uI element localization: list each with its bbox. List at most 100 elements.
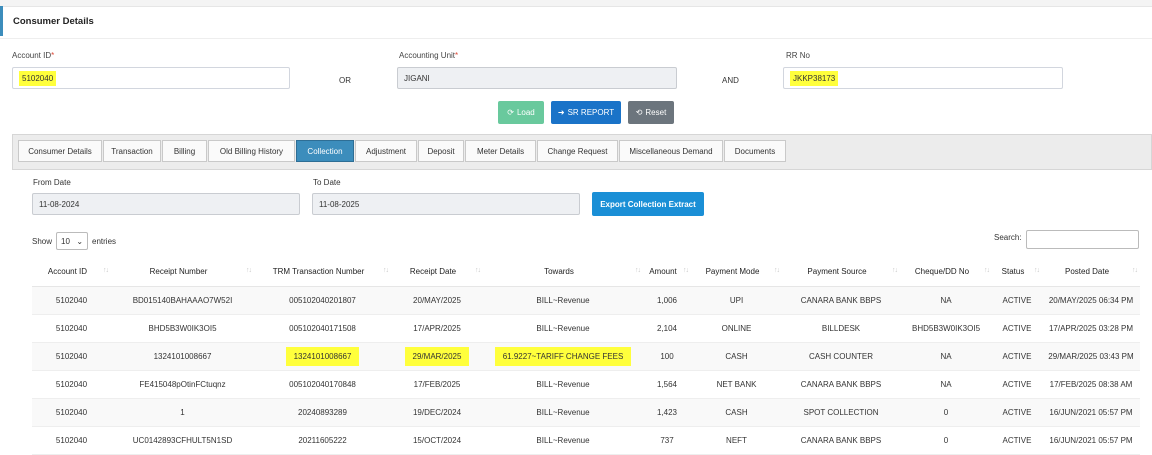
table-cell: ACTIVE <box>992 314 1042 343</box>
rr-no-input[interactable]: JKKP38173 <box>783 67 1063 89</box>
table-cell: 1324101008667 <box>111 342 254 371</box>
refresh-icon: ⟳ <box>507 108 514 117</box>
column-header[interactable]: Payment Mode ↑↓ <box>691 256 782 287</box>
table-cell: 5102040 <box>32 370 111 399</box>
tab-documents[interactable]: Documents <box>724 140 786 162</box>
table-row: 5102040 FE415048pOtinFCtuqnz 0051020401708… <box>32 370 1140 399</box>
column-header[interactable]: Posted Date ↑↓ <box>1042 256 1140 287</box>
table-row: 5102040 UC0142893CFHULT5N1SD 20211605222 15… <box>32 426 1140 455</box>
table-row: 5102040 1324101008667 1324101008667 29/MAR/… <box>32 342 1140 371</box>
table-cell: CANARA BANK BBPS <box>782 286 900 315</box>
column-header[interactable]: Account ID ↑↓ <box>32 256 111 287</box>
account-id-input[interactable]: 5102040 <box>12 67 290 89</box>
table-cell: 1,564 <box>643 370 691 399</box>
table-cell: UPI <box>691 286 782 315</box>
table-cell: 17/FEB/2025 <box>391 370 483 399</box>
to-date-input[interactable]: 11-08-2025 <box>312 193 580 215</box>
table-cell: 1324101008667 <box>254 342 391 371</box>
sort-icon: ↑↓ <box>635 267 641 274</box>
tab-change-request[interactable]: Change Request <box>537 140 618 162</box>
table-cell: 15/OCT/2024 <box>391 426 483 455</box>
table-cell: 1,006 <box>643 286 691 315</box>
table-cell: 17/APR/2025 <box>391 314 483 343</box>
tab-collection[interactable]: Collection <box>296 140 354 162</box>
column-header[interactable]: Amount ↑↓ <box>643 256 691 287</box>
table-cell: CASH COUNTER <box>782 342 900 371</box>
sort-icon: ↑↓ <box>892 267 898 274</box>
table-header-row: Account ID ↑↓ Receipt Number ↑↓ TRM Transact… <box>32 256 1140 287</box>
table-cell: ACTIVE <box>992 426 1042 455</box>
table-cell: 0 <box>900 398 992 427</box>
table-cell: BILL~Revenue <box>483 370 643 399</box>
column-header[interactable]: TRM Transaction Number ↑↓ <box>254 256 391 287</box>
tab-adjustment[interactable]: Adjustment <box>355 140 417 162</box>
collection-table: Account ID ↑↓ Receipt Number ↑↓ TRM Transact… <box>32 256 1140 455</box>
page-size-select[interactable]: 10 ⌄ <box>56 232 89 250</box>
sort-icon: ↑↓ <box>246 267 252 274</box>
tab-billing[interactable]: Billing <box>162 140 207 162</box>
page-title: Consumer Details <box>13 16 94 27</box>
table-cell: 20/MAY/2025 <box>391 286 483 315</box>
from-date-input[interactable]: 11-08-2024 <box>32 193 300 215</box>
column-header[interactable]: Status ↑↓ <box>992 256 1042 287</box>
table-cell: 5102040 <box>32 314 111 343</box>
search-input[interactable] <box>1026 230 1139 249</box>
table-cell: 005102040171508 <box>254 314 391 343</box>
to-date-label: To Date <box>313 178 341 187</box>
table-cell: BHD5B3W0IK3OI5 <box>900 314 992 343</box>
account-id-label: Account ID* <box>12 51 55 60</box>
reset-button[interactable]: ⟲ Reset <box>628 101 674 124</box>
table-cell: NA <box>900 286 992 315</box>
table-cell: 19/DEC/2024 <box>391 398 483 427</box>
table-cell: 005102040170848 <box>254 370 391 399</box>
arrow-circle-icon: ➜ <box>557 108 565 117</box>
table-cell: CASH <box>691 342 782 371</box>
load-button[interactable]: ⟳ Load <box>498 101 544 124</box>
table-cell: 29/MAR/2025 03:43 PM <box>1042 342 1140 371</box>
chevron-down-icon: ⌄ <box>76 236 84 246</box>
table-cell: ACTIVE <box>992 398 1042 427</box>
table-cell: 20/MAY/2025 06:34 PM <box>1042 286 1140 315</box>
tab-meter-details[interactable]: Meter Details <box>465 140 536 162</box>
table-cell: 100 <box>643 342 691 371</box>
sr-report-button[interactable]: ➜ SR REPORT <box>551 101 621 124</box>
table-cell: 16/JUN/2021 05:57 PM <box>1042 398 1140 427</box>
tab-old-billing-history[interactable]: Old Billing History <box>208 140 295 162</box>
table-cell: 5102040 <box>32 342 111 371</box>
column-header[interactable]: Cheque/DD No ↑↓ <box>900 256 992 287</box>
table-cell: CANARA BANK BBPS <box>782 370 900 399</box>
table-cell: 16/JUN/2021 05:57 PM <box>1042 426 1140 455</box>
and-text: AND <box>722 76 739 85</box>
table-cell: 20211605222 <box>254 426 391 455</box>
tab-transaction[interactable]: Transaction <box>103 140 161 162</box>
table-cell: NET BANK <box>691 370 782 399</box>
table-cell: BD015140BAHAAAO7W52I <box>111 286 254 315</box>
table-cell: 20240893289 <box>254 398 391 427</box>
table-cell: BILL~Revenue <box>483 426 643 455</box>
table-cell: 61.9227~TARIFF CHANGE FEES <box>483 342 643 371</box>
table-cell: ONLINE <box>691 314 782 343</box>
tab-miscellaneous-demand[interactable]: Miscellaneous Demand <box>619 140 723 162</box>
export-collection-button[interactable]: Export Collection Extract <box>592 192 704 216</box>
tab-consumer-details[interactable]: Consumer Details <box>18 140 102 162</box>
sort-icon: ↑↓ <box>383 267 389 274</box>
column-header[interactable]: Payment Source ↑↓ <box>782 256 900 287</box>
search-label: Search: <box>994 233 1022 242</box>
table-cell: 1,423 <box>643 398 691 427</box>
table-cell: 5102040 <box>32 286 111 315</box>
tab-bar: Consumer Details Transaction Billing Old… <box>12 134 1152 170</box>
column-header[interactable]: Receipt Date ↑↓ <box>391 256 483 287</box>
table-cell: ACTIVE <box>992 286 1042 315</box>
accounting-unit-select[interactable]: JIGANI <box>397 67 677 89</box>
sort-icon: ↑↓ <box>103 267 109 274</box>
column-header[interactable]: Towards ↑↓ <box>483 256 643 287</box>
table-row: 5102040 BD015140BAHAAAO7W52I 0051020402018… <box>32 286 1140 315</box>
or-text: OR <box>339 76 351 85</box>
table-cell: 2,104 <box>643 314 691 343</box>
from-date-label: From Date <box>33 178 71 187</box>
tab-deposit[interactable]: Deposit <box>418 140 464 162</box>
table-cell: BILL~Revenue <box>483 314 643 343</box>
sort-icon: ↑↓ <box>1034 267 1040 274</box>
table-cell: NA <box>900 370 992 399</box>
column-header[interactable]: Receipt Number ↑↓ <box>111 256 254 287</box>
